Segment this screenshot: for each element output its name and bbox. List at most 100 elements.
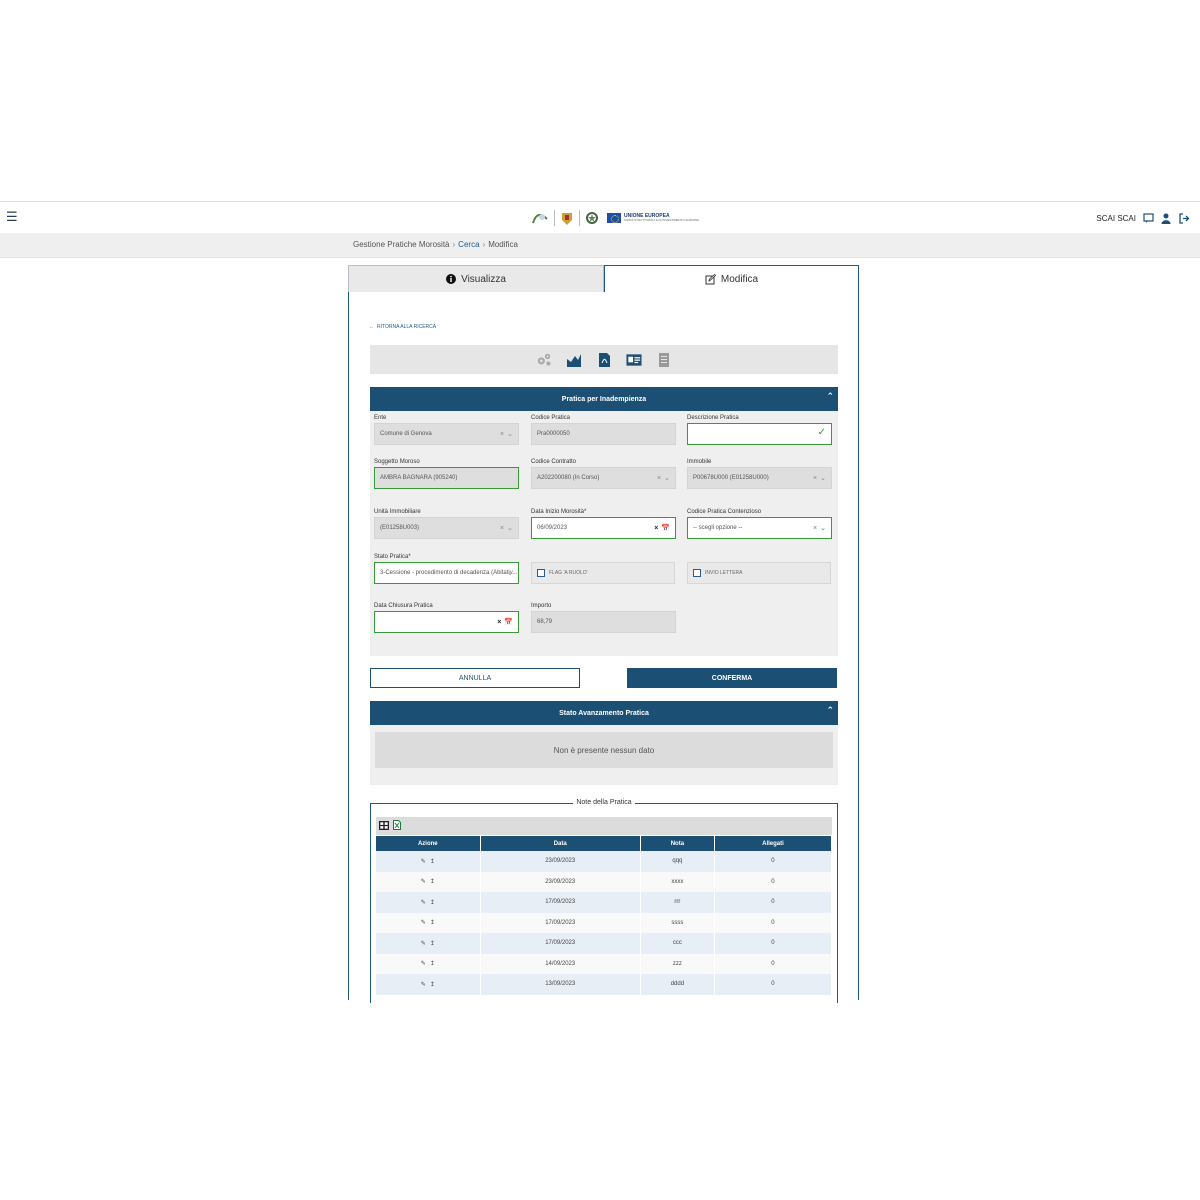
notes-header-row: Azione Data Nota Allegati [376,836,833,851]
field-codice-pratica: Codice Pratica Pra0000050 [531,413,676,445]
row-actions: ✎ ↥ [376,851,481,872]
logo-divider [579,210,580,226]
settings-icon[interactable] [536,352,552,368]
upload-icon[interactable]: ↥ [430,919,435,926]
tab-visualizza[interactable]: Visualizza [348,265,604,293]
soggetto-input[interactable]: AMBRA BAGNARA (905240) [374,467,519,489]
clear-icon[interactable]: × [497,619,501,626]
clear-icon[interactable]: × [813,475,817,482]
region-logo [532,213,548,224]
upload-icon[interactable]: ↥ [430,899,435,906]
cell-allegati: 0 [714,953,833,974]
cell-nota: qqq [640,851,715,872]
excel-icon[interactable] [393,820,401,832]
codice-contratto-select[interactable]: A202200080 (In Corso) × ⌄ [531,467,676,489]
section-pratica-header[interactable]: Pratica per Inadempienza ⌃ [370,387,838,411]
codice-pratica-input: Pra0000050 [531,423,676,445]
chevron-down-icon[interactable]: ⌄ [820,474,826,482]
field-descrizione: Descrizione Pratica ✓ [687,413,832,445]
unita-select[interactable]: (E01258U003) × ⌄ [374,517,519,539]
checkbox-box[interactable] [693,569,701,577]
chart-icon[interactable] [566,352,582,368]
upload-icon[interactable]: ↥ [430,858,435,865]
ente-select[interactable]: Comune di Genova × ⌄ [374,423,519,445]
grid-icon[interactable] [379,820,389,832]
clear-icon[interactable]: × [500,525,504,532]
clear-icon[interactable]: × [657,475,661,482]
cell-nota: rrr [640,892,715,913]
tab-modifica[interactable]: Modifica [604,265,859,293]
clear-icon[interactable]: × [654,525,658,532]
chevron-down-icon[interactable]: ⌄ [664,474,670,482]
arrow-left-icon: ← [369,324,374,330]
cell-data: 23/09/2023 [480,871,641,892]
col-data[interactable]: Data [480,836,641,851]
notes-legend-label: Note della Pratica [573,799,635,806]
field-codice-contratto: Codice Contratto A202200080 (In Corso) ×… [531,457,676,489]
upload-icon[interactable]: ↥ [430,878,435,885]
data-inizio-input[interactable]: 06/09/2023 × 📅 [531,517,676,539]
clear-icon[interactable]: × [500,431,504,438]
data-chiusura-input[interactable]: × 📅 [374,611,519,633]
chevron-down-icon[interactable]: ⌄ [820,524,826,532]
eu-subtitle: FONDI STRUTTURALI E DI INVESTIMENTO EURO… [624,218,700,222]
edit-icon[interactable]: ✎ [421,899,426,906]
cancel-button[interactable]: ANNULLA [370,668,580,688]
cell-data: 14/09/2023 [480,953,641,974]
edit-icon[interactable]: ✎ [421,940,426,947]
chevron-up-icon[interactable]: ⌃ [826,706,834,716]
chevron-down-icon[interactable]: ⌄ [507,430,513,438]
section-stato-header[interactable]: Stato Avanzamento Pratica ⌃ [370,701,838,725]
col-azione[interactable]: Azione [376,836,481,851]
user-icon[interactable] [1160,212,1172,224]
table-row: ✎ ↥ 17/09/2023 rrr 0 [376,892,833,913]
confirm-button[interactable]: CONFERMA [627,668,837,688]
stato-area: Non è presente nessun dato [370,725,838,785]
clear-icon[interactable]: × [813,525,817,532]
upload-icon[interactable]: ↥ [430,981,435,988]
notes-legend: Note della Pratica [371,799,837,806]
edit-icon[interactable]: ✎ [421,878,426,885]
codice-pratica-value: Pra0000050 [537,431,570,437]
pdf-icon[interactable] [596,352,612,368]
upload-icon[interactable]: ↥ [430,940,435,947]
edit-icon[interactable]: ✎ [421,919,426,926]
col-allegati[interactable]: Allegati [714,836,833,851]
menu-icon[interactable]: ☰ [6,211,18,224]
stato-select[interactable]: 3-Cessione - procedimento di decadenza (… [374,562,519,584]
breadcrumb-item-gestione[interactable]: Gestione Pratiche Morosità [353,240,450,249]
edit-icon[interactable]: ✎ [421,858,426,865]
flag-ruolo-checkbox[interactable]: FLAG 'A RUOLO' [531,562,675,584]
upload-icon[interactable]: ↥ [430,960,435,967]
edit-icon[interactable]: ✎ [421,960,426,967]
calendar-icon[interactable]: 📅 [504,618,513,626]
cell-data: 13/09/2023 [480,974,641,995]
field-data-chiusura: Data Chiusura Pratica × 📅 [374,601,519,633]
immobile-select[interactable]: P00678U000 (E01258U000) × ⌄ [687,467,832,489]
descrizione-input[interactable]: ✓ [687,423,832,445]
chevron-down-icon[interactable]: ⌄ [507,524,513,532]
tab-visualizza-label: Visualizza [461,273,506,285]
ente-value: Comune di Genova [380,431,432,437]
breadcrumb-item-cerca[interactable]: Cerca [458,240,479,249]
checkbox-box[interactable] [537,569,545,577]
chat-icon[interactable] [1142,212,1154,224]
cell-allegati: 0 [714,912,833,933]
invio-lettera-label: INVIO LETTERA [705,570,743,576]
chevron-down-icon[interactable]: ⌄ [507,569,513,577]
row-actions: ✎ ↥ [376,953,481,974]
cell-allegati: 0 [714,933,833,954]
codice-contenzioso-select[interactable]: -- scegli opzione -- × ⌄ [687,517,832,539]
back-to-search-link[interactable]: ← RITORNA ALLA RICERCA [369,324,436,330]
id-card-icon[interactable] [626,352,642,368]
logout-icon[interactable] [1178,212,1190,224]
edit-icon[interactable]: ✎ [421,981,426,988]
chevron-up-icon[interactable]: ⌃ [826,392,834,402]
col-nota[interactable]: Nota [640,836,715,851]
calendar-icon[interactable]: 📅 [661,524,670,532]
notes-fieldset: Note della Pratica Azione Data Nota Alle… [370,799,838,1003]
field-data-inizio: Data Inizio Morosità* 06/09/2023 × 📅 [531,507,676,539]
document-icon[interactable] [656,352,672,368]
invio-lettera-checkbox[interactable]: INVIO LETTERA [687,562,831,584]
field-stato: Stato Pratica* 3-Cessione - procedimento… [374,552,519,584]
